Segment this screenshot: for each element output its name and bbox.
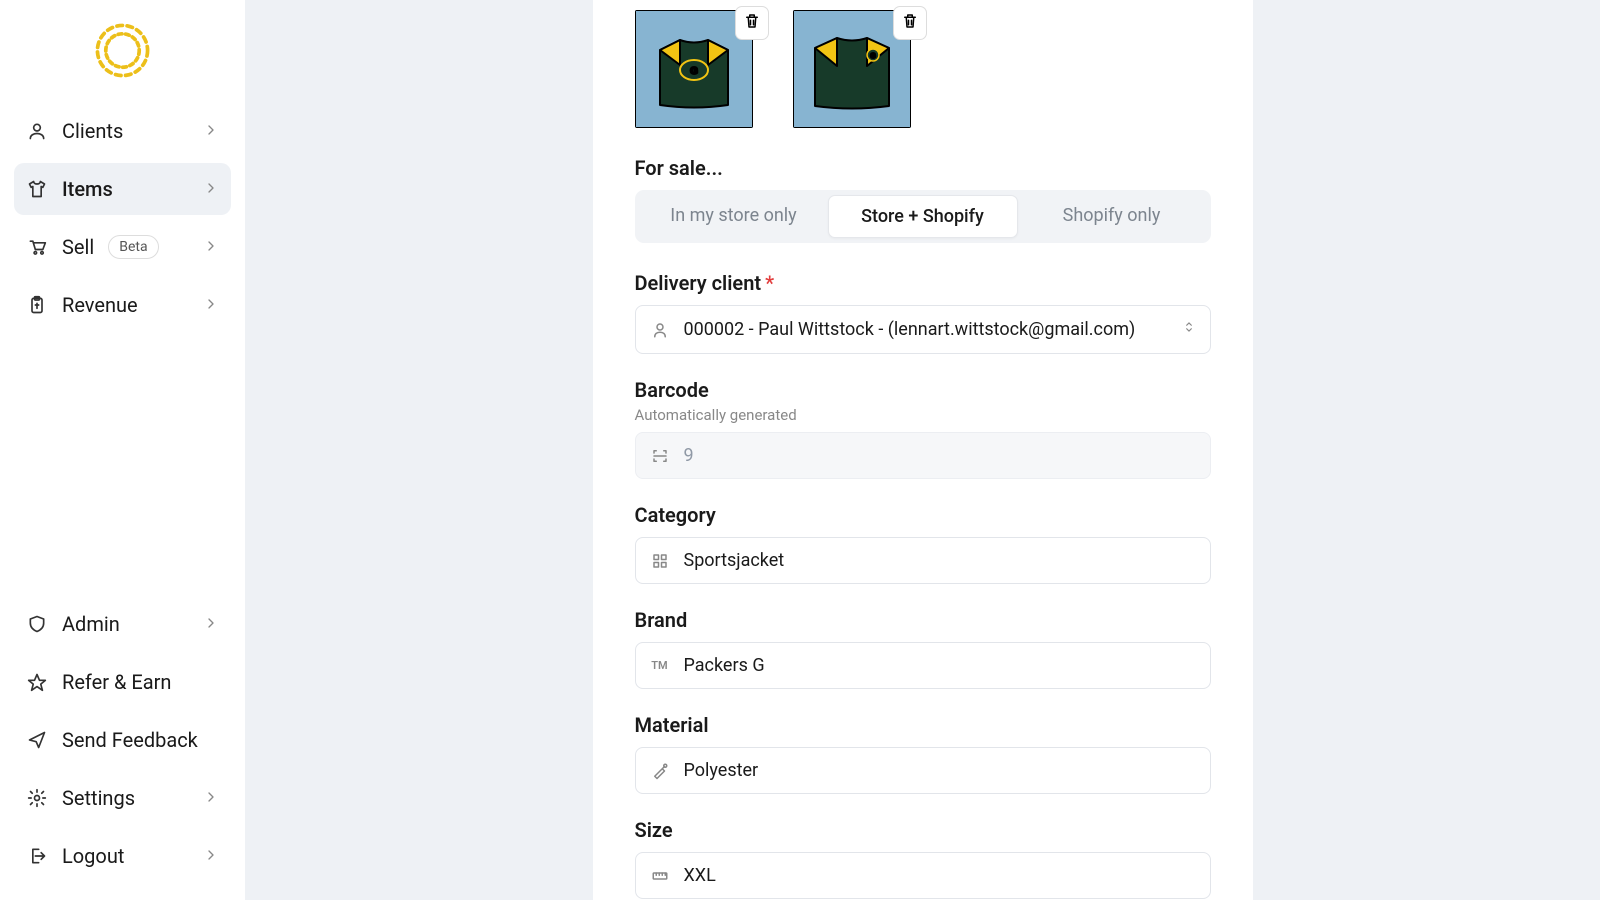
seg-shopify-only[interactable]: Shopify only [1018, 195, 1206, 238]
sidebar-item-clients[interactable]: Clients [14, 105, 231, 157]
user-icon [26, 120, 48, 142]
seg-store-shopify[interactable]: Store + Shopify [828, 195, 1018, 238]
sidebar-item-label: Sell [62, 235, 94, 259]
chevron-right-icon [203, 177, 219, 201]
trash-icon [901, 12, 919, 34]
sidebar-item-label: Logout [62, 844, 124, 868]
delivery-client-select[interactable]: 000002 - Paul Wittstock - (lennart.witts… [635, 305, 1211, 354]
tm-icon: TM [650, 659, 670, 672]
user-icon [650, 321, 670, 339]
sidebar-item-sell[interactable]: Sell Beta [14, 221, 231, 273]
scan-icon [650, 447, 670, 465]
svg-text:G: G [870, 53, 876, 60]
sidebar-item-items[interactable]: Items [14, 163, 231, 215]
for-sale-label: For sale... [635, 156, 1211, 180]
sidebar-item-revenue[interactable]: Revenue [14, 279, 231, 331]
sidebar-item-admin[interactable]: Admin [14, 598, 231, 650]
product-images: G G [635, 0, 1211, 128]
sidebar-item-label: Revenue [62, 293, 138, 317]
required-marker: * [765, 271, 774, 295]
shield-icon [26, 613, 48, 635]
trash-icon [743, 12, 761, 34]
material-input[interactable]: Polyester [635, 747, 1211, 794]
sidebar-item-feedback[interactable]: Send Feedback [14, 714, 231, 766]
chevron-right-icon [203, 235, 219, 259]
clipboard-icon [26, 294, 48, 316]
logout-icon [26, 845, 48, 867]
chevron-updown-icon [1182, 318, 1196, 341]
sidebar-item-label: Settings [62, 786, 135, 810]
item-form: G G [593, 0, 1253, 900]
sidebar: Clients Items Sell Beta [0, 0, 245, 900]
brand-label: Brand [635, 608, 1211, 632]
brand-input[interactable]: TM Packers G [635, 642, 1211, 689]
size-input[interactable]: XXL [635, 852, 1211, 899]
main-content: G G [245, 0, 1600, 900]
grid-icon [650, 552, 670, 570]
seg-store-only[interactable]: In my store only [640, 195, 828, 238]
logo [90, 18, 155, 83]
brand-value: Packers G [684, 655, 765, 676]
size-value: XXL [684, 865, 716, 886]
material-label: Material [635, 713, 1211, 737]
sidebar-item-label: Admin [62, 612, 120, 636]
barcode-label: Barcode [635, 378, 1211, 402]
gear-icon [26, 787, 48, 809]
send-icon [26, 729, 48, 751]
sidebar-item-label: Items [62, 177, 113, 201]
product-image-2[interactable]: G [793, 10, 911, 128]
nav-bottom: Admin Refer & Earn Send Feedback Setting… [14, 598, 231, 882]
barcode-sublabel: Automatically generated [635, 406, 1211, 424]
sidebar-item-label: Refer & Earn [62, 670, 171, 694]
category-input[interactable]: Sportsjacket [635, 537, 1211, 584]
delete-image-button[interactable] [735, 6, 769, 40]
cart-icon [26, 236, 48, 258]
delete-image-button[interactable] [893, 6, 927, 40]
material-value: Polyester [684, 760, 759, 781]
sidebar-item-label: Send Feedback [62, 728, 198, 752]
size-label: Size [635, 818, 1211, 842]
sidebar-item-logout[interactable]: Logout [14, 830, 231, 882]
sidebar-item-label: Clients [62, 119, 123, 143]
sidebar-item-settings[interactable]: Settings [14, 772, 231, 824]
category-value: Sportsjacket [684, 550, 785, 571]
logo-wrapper [14, 18, 231, 105]
barcode-value: 9 [684, 445, 694, 466]
nav-top: Clients Items Sell Beta [14, 105, 231, 331]
product-image-1[interactable]: G [635, 10, 753, 128]
sidebar-item-refer[interactable]: Refer & Earn [14, 656, 231, 708]
shirt-icon [26, 178, 48, 200]
chevron-right-icon [203, 293, 219, 317]
category-label: Category [635, 503, 1211, 527]
ruler-icon [650, 867, 670, 885]
svg-text:G: G [690, 66, 698, 77]
beta-badge: Beta [108, 235, 158, 259]
chevron-right-icon [203, 844, 219, 868]
delivery-client-value: 000002 - Paul Wittstock - (lennart.witts… [684, 319, 1136, 340]
chevron-right-icon [203, 612, 219, 636]
sale-channel-segmented: In my store only Store + Shopify Shopify… [635, 190, 1211, 243]
barcode-input: 9 [635, 432, 1211, 479]
delivery-client-label: Delivery client * [635, 271, 1211, 295]
star-icon [26, 671, 48, 693]
chevron-right-icon [203, 786, 219, 810]
needle-icon [650, 762, 670, 780]
chevron-right-icon [203, 119, 219, 143]
